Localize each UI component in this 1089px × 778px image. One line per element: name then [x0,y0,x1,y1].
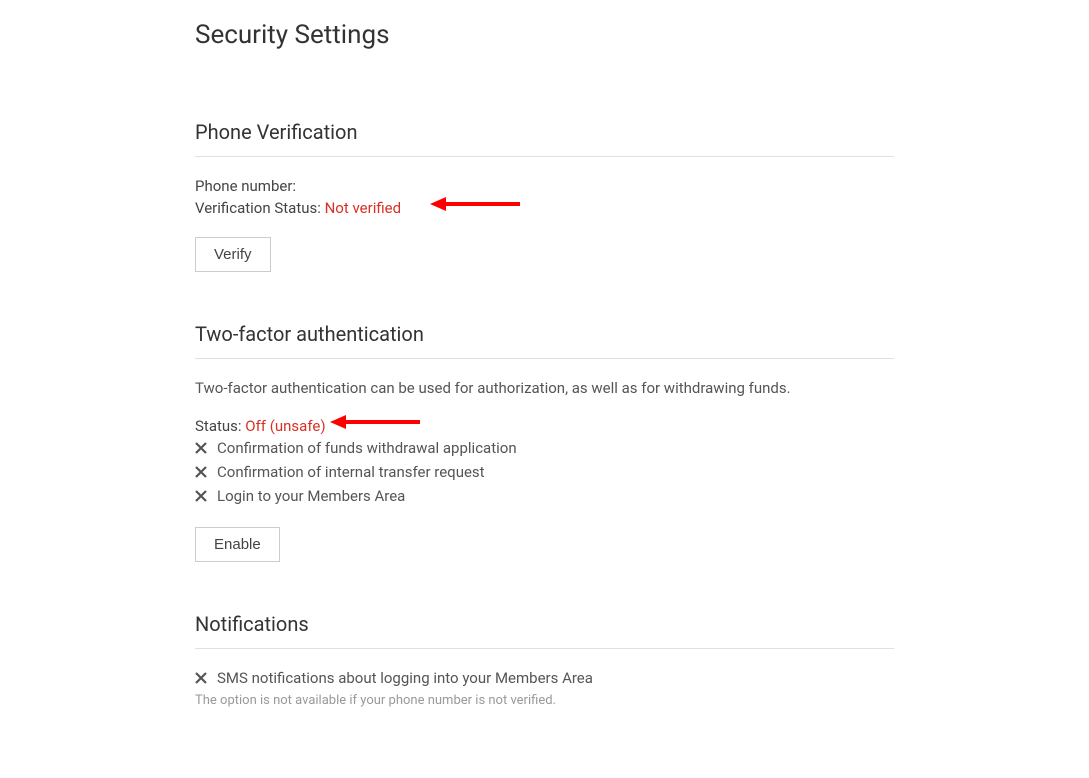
page-title: Security Settings [195,20,894,50]
two-factor-status-label: Status: [195,417,242,435]
two-factor-description: Two-factor authentication can be used fo… [195,379,894,397]
x-icon [195,466,207,478]
notifications-note: The option is not available if your phon… [195,693,894,708]
verify-button[interactable]: Verify [195,237,271,272]
notifications-section: Notifications SMS notifications about lo… [195,612,894,708]
x-icon [195,442,207,454]
x-icon [195,672,207,684]
x-icon [195,490,207,502]
enable-button[interactable]: Enable [195,527,280,562]
list-item: Login to your Members Area [195,487,894,505]
verification-status-row: Verification Status: Not verified [195,199,894,217]
list-item-label: Confirmation of funds withdrawal applica… [217,439,517,457]
phone-section-title: Phone Verification [195,120,894,157]
verification-status-value: Not verified [325,199,401,217]
two-factor-status-value: Off (unsafe) [245,417,325,435]
list-item-label: Login to your Members Area [217,487,405,505]
phone-number-label: Phone number: [195,177,296,195]
list-item-label: Confirmation of internal transfer reques… [217,463,485,481]
list-item-label: SMS notifications about logging into you… [217,669,593,687]
two-factor-status-row: Status: Off (unsafe) [195,417,894,435]
verification-status-label: Verification Status: [195,199,321,217]
notifications-title: Notifications [195,612,894,649]
phone-verification-section: Phone Verification Phone number: Verific… [195,120,894,272]
phone-number-row: Phone number: [195,177,894,195]
list-item: Confirmation of funds withdrawal applica… [195,439,894,457]
two-factor-title: Two-factor authentication [195,322,894,359]
list-item: SMS notifications about logging into you… [195,669,894,687]
two-factor-section: Two-factor authentication Two-factor aut… [195,322,894,562]
list-item: Confirmation of internal transfer reques… [195,463,894,481]
